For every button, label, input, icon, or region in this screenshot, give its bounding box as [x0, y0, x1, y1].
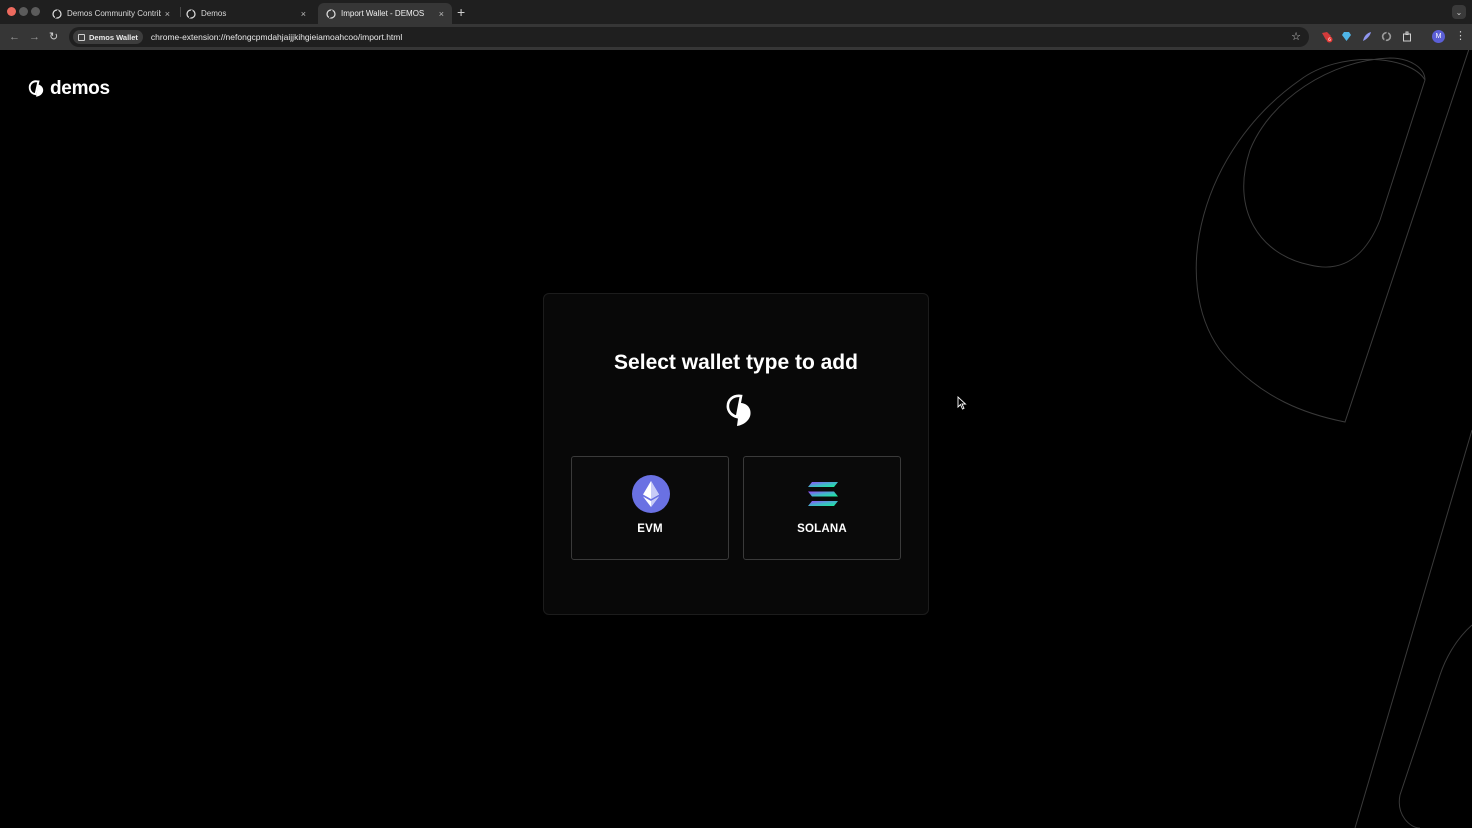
- tab-bar: Demos Community Contributi × Demos × Imp…: [0, 0, 1472, 24]
- extension-badge: 6: [1328, 37, 1331, 43]
- extension-button-demos[interactable]: [1380, 30, 1393, 43]
- reload-button[interactable]: ↻: [49, 30, 58, 44]
- brand-name: demos: [50, 78, 110, 99]
- extensions-menu-button[interactable]: [1401, 30, 1414, 43]
- address-bar[interactable]: Demos Wallet chrome-extension://nefongcp…: [69, 27, 1309, 47]
- demos-extension-icon: [1381, 31, 1392, 42]
- new-tab-button[interactable]: +: [457, 4, 465, 20]
- site-chip-label: Demos Wallet: [89, 32, 138, 42]
- demos-favicon-icon: [52, 8, 62, 19]
- red-extension-icon: 6: [1322, 32, 1333, 43]
- tab-label: Demos: [201, 9, 227, 18]
- extension-button-feather[interactable]: [1360, 30, 1373, 43]
- browser-toolbar: ← → ↻ Demos Wallet chrome-extension://ne…: [0, 24, 1472, 50]
- extension-button-diamond[interactable]: [1340, 30, 1353, 43]
- tab-label: Import Wallet - DEMOS: [341, 9, 425, 18]
- solana-icon: [808, 482, 838, 506]
- page-title: Select wallet type to add: [614, 351, 858, 374]
- tab-close-icon[interactable]: ×: [165, 9, 170, 19]
- ethereum-icon: [632, 475, 670, 513]
- bookmark-star-icon[interactable]: ☆: [1291, 30, 1301, 43]
- wallet-import-page: demos Select wallet type to add EVM SOLA…: [0, 50, 1472, 828]
- close-window-button[interactable]: [7, 7, 16, 16]
- tab-label: Demos Community Contributi: [67, 9, 161, 18]
- evm-label: EVM: [637, 523, 663, 535]
- demos-mark-icon: [726, 394, 751, 426]
- tab-close-icon[interactable]: ×: [301, 9, 306, 19]
- back-button[interactable]: ←: [9, 30, 20, 44]
- tab-demos-community[interactable]: Demos Community Contributi ×: [44, 3, 178, 24]
- puzzle-icon: [1403, 31, 1411, 42]
- tab-search-button[interactable]: ⌄: [1452, 5, 1466, 19]
- solana-label: SOLANA: [797, 523, 847, 535]
- profile-avatar[interactable]: M: [1432, 30, 1445, 43]
- url-text[interactable]: chrome-extension://nefongcpmdahjaijjkihg…: [151, 32, 402, 42]
- extension-button-red[interactable]: 6: [1320, 30, 1333, 43]
- tab-close-icon[interactable]: ×: [439, 9, 444, 19]
- wallet-type-card: Select wallet type to add EVM SOLANA: [543, 293, 929, 615]
- mouse-cursor-icon: [957, 396, 967, 410]
- reload-icon: ↻: [49, 31, 59, 43]
- maximize-window-button[interactable]: [31, 7, 40, 16]
- demos-favicon-icon: [186, 8, 196, 19]
- demos-favicon-icon: [326, 8, 336, 19]
- demos-logo-icon: [28, 80, 44, 97]
- browser-menu-icon[interactable]: ⋮: [1455, 29, 1466, 42]
- chevron-down-icon: ⌄: [1455, 7, 1463, 17]
- arrow-right-icon: →: [29, 31, 40, 43]
- site-info-chip[interactable]: Demos Wallet: [73, 30, 143, 44]
- diamond-icon: [1342, 32, 1351, 41]
- forward-button[interactable]: →: [29, 30, 40, 44]
- tab-demos[interactable]: Demos ×: [178, 3, 314, 24]
- evm-wallet-option[interactable]: EVM: [571, 456, 729, 560]
- brand-header[interactable]: demos: [27, 78, 110, 100]
- extension-icon: [78, 33, 85, 41]
- solana-wallet-option[interactable]: SOLANA: [743, 456, 901, 560]
- feather-icon: [1363, 32, 1371, 41]
- tab-import-wallet[interactable]: Import Wallet - DEMOS ×: [318, 3, 452, 24]
- arrow-left-icon: ←: [9, 31, 20, 43]
- minimize-window-button[interactable]: [19, 7, 28, 16]
